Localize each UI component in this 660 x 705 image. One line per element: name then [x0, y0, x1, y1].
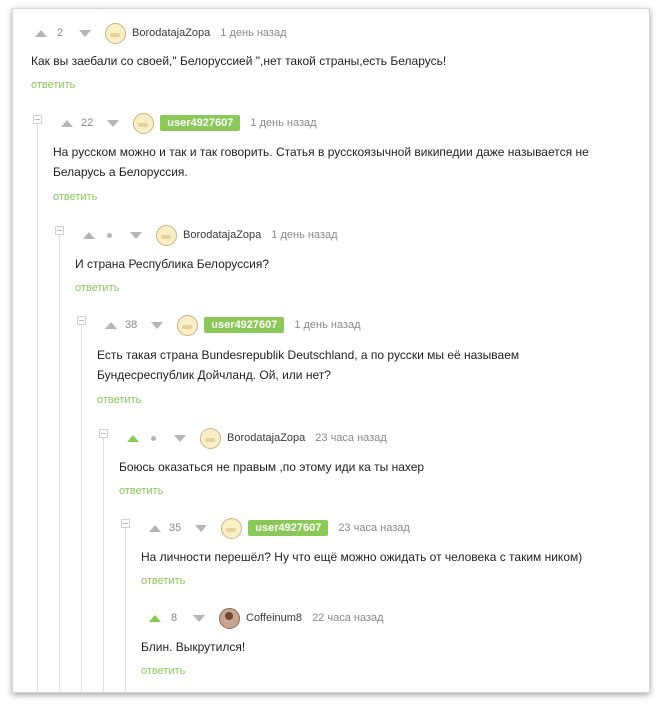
timestamp: 22 часа назад — [312, 612, 384, 624]
timestamp: 23 часа назад — [338, 522, 410, 534]
reply-link[interactable]: ответить — [141, 575, 185, 587]
reply-link[interactable]: ответить — [75, 282, 119, 294]
avatar[interactable] — [200, 427, 221, 449]
upvote-icon[interactable] — [61, 119, 73, 127]
comment-score: 8 — [170, 612, 178, 624]
comment-thread: 2 BorodatajaZopa 1 день назад Как вы зае… — [12, 8, 650, 693]
thread-line — [81, 321, 82, 692]
timestamp: 23 часа назад — [315, 432, 387, 444]
downvote-icon[interactable] — [193, 614, 205, 622]
comment-header: 8 Coffeinum8 22 часа назад — [149, 606, 384, 630]
comment-text: Блин. Выкрутился! — [141, 640, 246, 654]
avatar[interactable] — [177, 314, 199, 336]
upvote-icon[interactable] — [127, 434, 139, 442]
avatar[interactable] — [133, 112, 155, 134]
upvote-icon[interactable] — [149, 614, 161, 622]
comment-text: Есть такая страна Bundesrepublik Deutsch… — [97, 348, 520, 382]
comment-header: 2 BorodatajaZopa 1 день назад — [35, 21, 287, 45]
comment-score: 35 — [169, 522, 182, 534]
comment-header: 22 user4927607 1 день назад — [61, 111, 317, 135]
downvote-icon[interactable] — [79, 29, 91, 37]
collapse-toggle[interactable] — [55, 226, 64, 235]
reply-link[interactable]: ответить — [141, 665, 185, 677]
avatar[interactable] — [105, 22, 126, 44]
downvote-icon[interactable] — [195, 524, 208, 532]
downvote-icon[interactable] — [130, 231, 142, 239]
avatar[interactable] — [221, 517, 243, 539]
reply-link[interactable]: ответить — [53, 191, 97, 203]
thread-line — [103, 434, 104, 692]
comment-text: Боюсь оказаться не правым ,по этому иди … — [119, 460, 425, 474]
timestamp: 1 день назад — [220, 27, 287, 39]
thread-line — [37, 119, 38, 692]
timestamp: 1 день назад — [294, 319, 361, 331]
upvote-icon[interactable] — [105, 321, 117, 329]
upvote-icon[interactable] — [35, 29, 47, 37]
comment-score-dot — [151, 435, 156, 441]
reply-link[interactable]: ответить — [31, 79, 75, 91]
thread-line — [59, 231, 60, 692]
reply-link[interactable]: ответить — [119, 485, 163, 497]
thread-line — [125, 524, 126, 692]
comment-header: BorodatajaZopa 1 день назад — [83, 223, 338, 247]
comment-text: На личности перешёл? Ну что ещё можно ож… — [141, 550, 583, 564]
username-badge[interactable]: user4927607 — [204, 317, 285, 333]
username-badge[interactable]: user4927607 — [160, 115, 241, 131]
comment-header: 38 user4927607 1 день назад — [105, 313, 361, 337]
comment-score-dot — [107, 232, 112, 238]
collapse-toggle[interactable] — [33, 115, 42, 124]
username[interactable]: Coffeinum8 — [246, 612, 302, 624]
downvote-icon[interactable] — [107, 119, 120, 127]
comment-header: BorodatajaZopa 23 часа назад — [127, 426, 387, 450]
comment-header: 35 user4927607 23 часа назад — [149, 516, 410, 540]
collapse-toggle[interactable] — [99, 429, 108, 438]
username-badge[interactable]: user4927607 — [248, 520, 329, 536]
comment-score: 38 — [125, 319, 138, 331]
downvote-icon[interactable] — [151, 321, 164, 329]
timestamp: 1 день назад — [271, 229, 338, 241]
username[interactable]: BorodatajaZopa — [183, 229, 261, 241]
collapse-toggle[interactable] — [121, 519, 130, 528]
username[interactable]: BorodatajaZopa — [227, 432, 305, 444]
comment-score: 22 — [81, 117, 94, 129]
reply-link[interactable]: ответить — [97, 394, 141, 406]
upvote-icon[interactable] — [149, 524, 161, 532]
timestamp: 1 день назад — [250, 117, 317, 129]
avatar[interactable] — [219, 607, 240, 629]
comment-text: И страна Республика Белоруссия? — [75, 257, 270, 271]
avatar[interactable] — [156, 224, 177, 246]
upvote-icon[interactable] — [83, 231, 95, 239]
downvote-icon[interactable] — [174, 434, 186, 442]
collapse-toggle[interactable] — [77, 316, 86, 325]
comment-text: Как вы заебали со своей," Белоруссией ",… — [31, 54, 447, 68]
comment-score: 2 — [56, 27, 64, 39]
username[interactable]: BorodatajaZopa — [132, 27, 210, 39]
comment-text: На русском можно и так и так говорить. С… — [53, 145, 589, 179]
